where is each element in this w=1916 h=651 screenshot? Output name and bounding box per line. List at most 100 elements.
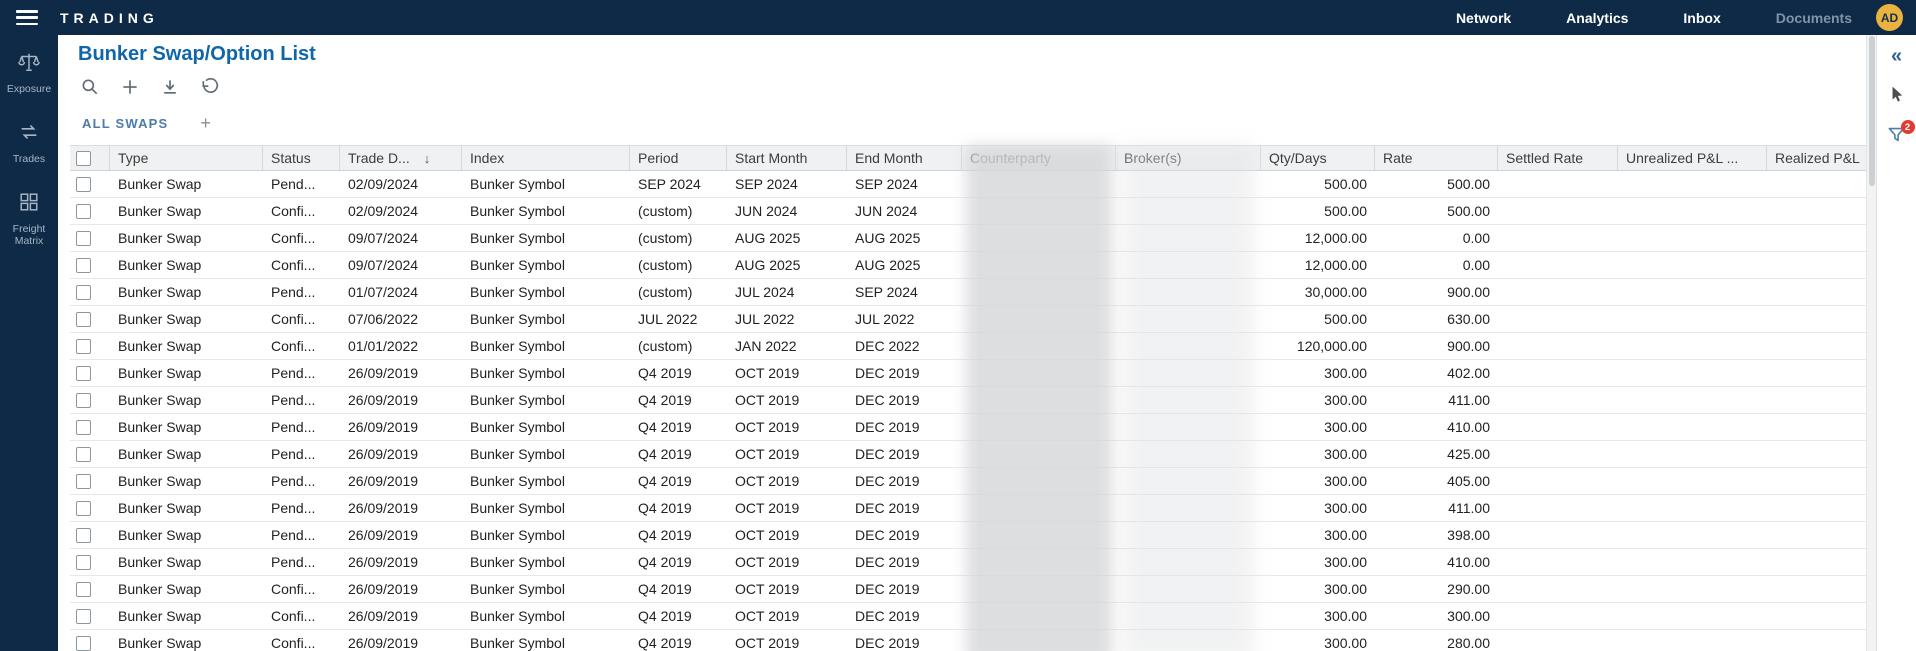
cell-end-month: SEP 2024 bbox=[847, 279, 962, 305]
cell-qty-days: 300.00 bbox=[1261, 576, 1375, 602]
column-header-type[interactable]: Type bbox=[110, 146, 263, 170]
row-checkbox[interactable] bbox=[76, 474, 91, 489]
cell-end-month: DEC 2019 bbox=[847, 630, 962, 651]
cell-brokers bbox=[1116, 522, 1261, 548]
row-checkbox[interactable] bbox=[76, 393, 91, 408]
row-checkbox[interactable] bbox=[76, 258, 91, 273]
row-checkbox[interactable] bbox=[76, 231, 91, 246]
table-row[interactable]: Bunker Swap Confi... 01/01/2022 Bunker S… bbox=[70, 333, 1866, 360]
cell-start-month: JUL 2024 bbox=[727, 279, 847, 305]
table-row[interactable]: Bunker Swap Confi... 26/09/2019 Bunker S… bbox=[70, 630, 1866, 651]
row-checkbox[interactable] bbox=[76, 447, 91, 462]
table-row[interactable]: Bunker Swap Pend... 26/09/2019 Bunker Sy… bbox=[70, 549, 1866, 576]
row-checkbox[interactable] bbox=[76, 366, 91, 381]
tab-all-swaps[interactable]: ALL SWAPS bbox=[82, 116, 168, 131]
row-checkbox[interactable] bbox=[76, 636, 91, 651]
cell-qty-days: 300.00 bbox=[1261, 495, 1375, 521]
table-row[interactable]: Bunker Swap Confi... 09/07/2024 Bunker S… bbox=[70, 252, 1866, 279]
table-row[interactable]: Bunker Swap Confi... 07/06/2022 Bunker S… bbox=[70, 306, 1866, 333]
cell-counterparty bbox=[962, 468, 1116, 494]
column-header-realized-pnl[interactable]: Realized P&L bbox=[1767, 146, 1866, 170]
column-header-period[interactable]: Period bbox=[630, 146, 727, 170]
cell-unrealized-pnl bbox=[1618, 252, 1767, 278]
row-checkbox[interactable] bbox=[76, 177, 91, 192]
sidebar-item-trades[interactable]: Trades bbox=[0, 121, 58, 165]
row-checkbox[interactable] bbox=[76, 555, 91, 570]
row-checkbox[interactable] bbox=[76, 528, 91, 543]
cell-type: Bunker Swap bbox=[110, 414, 263, 440]
table-row[interactable]: Bunker Swap Pend... 26/09/2019 Bunker Sy… bbox=[70, 495, 1866, 522]
cell-realized-pnl bbox=[1767, 576, 1866, 602]
row-checkbox[interactable] bbox=[76, 420, 91, 435]
table-row[interactable]: Bunker Swap Pend... 01/07/2024 Bunker Sy… bbox=[70, 279, 1866, 306]
column-header-end-month[interactable]: End Month bbox=[847, 146, 962, 170]
column-header-trade-date[interactable]: Trade D... ↓ bbox=[340, 146, 462, 170]
add-view-button[interactable]: + bbox=[198, 114, 213, 132]
cell-end-month: DEC 2019 bbox=[847, 468, 962, 494]
cell-unrealized-pnl bbox=[1618, 387, 1767, 413]
search-button[interactable] bbox=[78, 76, 102, 100]
table-row[interactable]: Bunker Swap Confi... 26/09/2019 Bunker S… bbox=[70, 603, 1866, 630]
user-avatar[interactable]: AD bbox=[1876, 4, 1903, 31]
cell-rate: 290.00 bbox=[1375, 576, 1498, 602]
filter-button[interactable]: 2 bbox=[1884, 123, 1910, 149]
cell-qty-days: 30,000.00 bbox=[1261, 279, 1375, 305]
table-row[interactable]: Bunker Swap Confi... 26/09/2019 Bunker S… bbox=[70, 576, 1866, 603]
row-checkbox[interactable] bbox=[76, 582, 91, 597]
cell-end-month: DEC 2019 bbox=[847, 414, 962, 440]
cell-trade-date: 01/07/2024 bbox=[340, 279, 462, 305]
column-header-status[interactable]: Status bbox=[263, 146, 340, 170]
row-checkbox[interactable] bbox=[76, 204, 91, 219]
table-row[interactable]: Bunker Swap Pend... 26/09/2019 Bunker Sy… bbox=[70, 441, 1866, 468]
cell-counterparty bbox=[962, 333, 1116, 359]
cell-period: (custom) bbox=[630, 252, 727, 278]
vertical-scrollbar[interactable] bbox=[1866, 35, 1876, 651]
select-all-checkbox[interactable] bbox=[76, 151, 91, 166]
cell-qty-days: 300.00 bbox=[1261, 603, 1375, 629]
row-checkbox[interactable] bbox=[76, 339, 91, 354]
row-checkbox[interactable] bbox=[76, 501, 91, 516]
table-row[interactable]: Bunker Swap Pend... 26/09/2019 Bunker Sy… bbox=[70, 468, 1866, 495]
cell-trade-date: 26/09/2019 bbox=[340, 441, 462, 467]
refresh-icon bbox=[200, 77, 220, 100]
cell-start-month: OCT 2019 bbox=[727, 603, 847, 629]
table-row[interactable]: Bunker Swap Confi... 09/07/2024 Bunker S… bbox=[70, 225, 1866, 252]
row-checkbox[interactable] bbox=[76, 312, 91, 327]
cell-period: Q4 2019 bbox=[630, 603, 727, 629]
table-row[interactable]: Bunker Swap Pend... 26/09/2019 Bunker Sy… bbox=[70, 387, 1866, 414]
table-row[interactable]: Bunker Swap Pend... 26/09/2019 Bunker Sy… bbox=[70, 360, 1866, 387]
nav-item-analytics[interactable]: Analytics bbox=[1566, 10, 1628, 26]
column-header-qty-days[interactable]: Qty/Days bbox=[1261, 146, 1375, 170]
column-header-settled-rate[interactable]: Settled Rate bbox=[1498, 146, 1618, 170]
row-checkbox[interactable] bbox=[76, 609, 91, 624]
refresh-button[interactable] bbox=[198, 76, 222, 100]
scrollbar-thumb[interactable] bbox=[1869, 36, 1875, 186]
cell-settled-rate bbox=[1498, 279, 1618, 305]
sidebar-item-freight-matrix[interactable]: Freight Matrix bbox=[0, 191, 58, 247]
collapse-panel-button[interactable]: « bbox=[1884, 43, 1910, 69]
nav-item-network[interactable]: Network bbox=[1456, 10, 1511, 26]
column-header-unrealized-pnl[interactable]: Unrealized P&L ... bbox=[1618, 146, 1767, 170]
cell-settled-rate bbox=[1498, 360, 1618, 386]
column-header-start-month[interactable]: Start Month bbox=[727, 146, 847, 170]
cell-end-month: DEC 2019 bbox=[847, 522, 962, 548]
nav-item-documents[interactable]: Documents bbox=[1776, 10, 1852, 26]
cell-brokers bbox=[1116, 441, 1261, 467]
hamburger-menu-icon[interactable] bbox=[16, 10, 38, 25]
cell-realized-pnl bbox=[1767, 252, 1866, 278]
select-tool-button[interactable] bbox=[1884, 83, 1910, 109]
column-header-rate[interactable]: Rate bbox=[1375, 146, 1498, 170]
sidebar-item-exposure[interactable]: Exposure bbox=[0, 51, 58, 95]
table-row[interactable]: Bunker Swap Confi... 02/09/2024 Bunker S… bbox=[70, 198, 1866, 225]
cell-status: Confi... bbox=[263, 333, 340, 359]
download-button[interactable] bbox=[158, 76, 182, 100]
table-row[interactable]: Bunker Swap Pend... 26/09/2019 Bunker Sy… bbox=[70, 414, 1866, 441]
row-checkbox[interactable] bbox=[76, 285, 91, 300]
nav-item-inbox[interactable]: Inbox bbox=[1683, 10, 1720, 26]
table-row[interactable]: Bunker Swap Pend... 02/09/2024 Bunker Sy… bbox=[70, 171, 1866, 198]
add-trade-button[interactable] bbox=[118, 76, 142, 100]
column-header-index[interactable]: Index bbox=[462, 146, 630, 170]
column-header-counterparty[interactable]: Counterparty bbox=[962, 146, 1116, 170]
table-row[interactable]: Bunker Swap Pend... 26/09/2019 Bunker Sy… bbox=[70, 522, 1866, 549]
column-header-brokers[interactable]: Broker(s) bbox=[1116, 146, 1261, 170]
